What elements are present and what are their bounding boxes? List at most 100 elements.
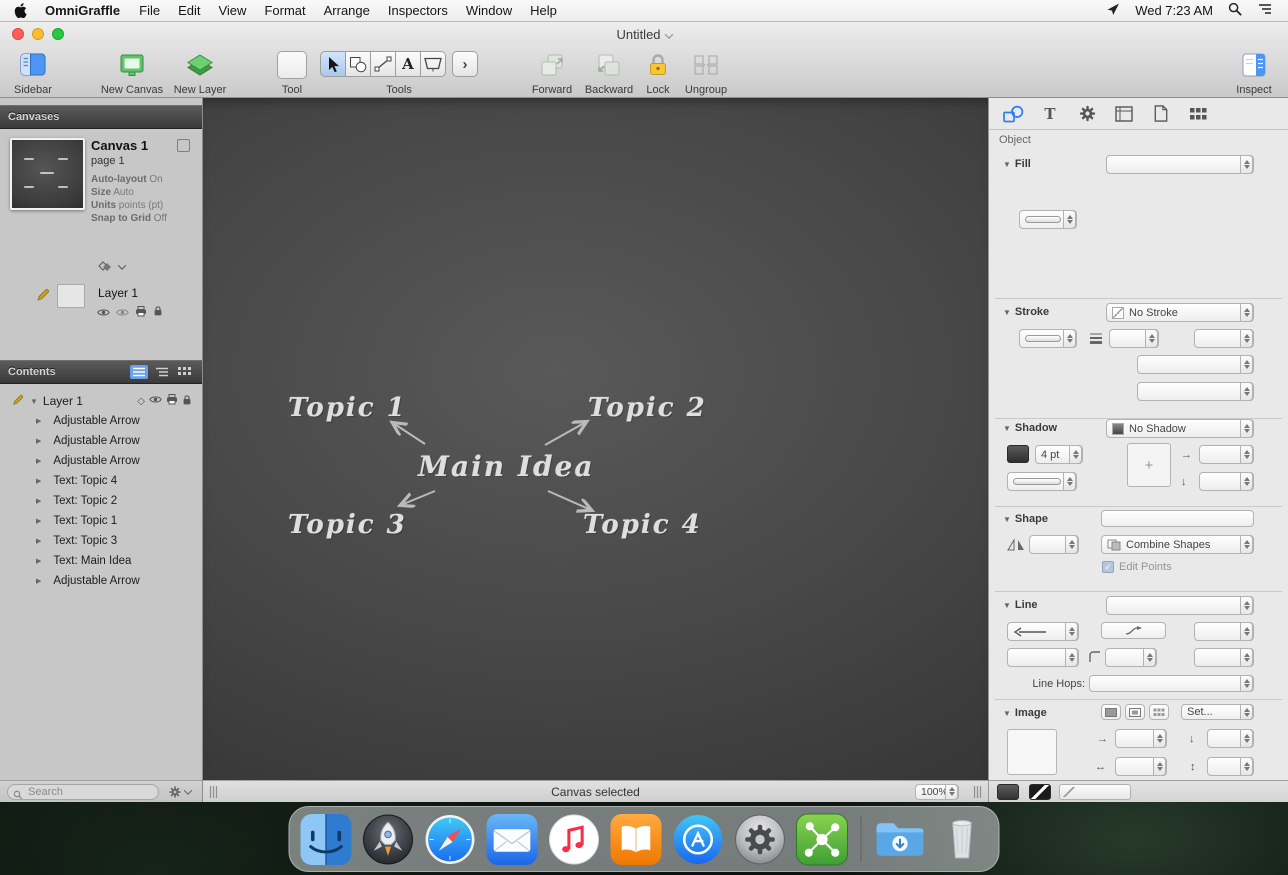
fill-style-dropdown[interactable] — [1106, 155, 1254, 174]
contents-item[interactable]: ▶Adjustable Arrow — [0, 431, 202, 451]
menu-view[interactable]: View — [209, 3, 255, 18]
node-main-idea[interactable]: Main Idea — [418, 450, 595, 483]
layer-disclosure-icon[interactable]: ▼ — [30, 397, 38, 406]
title-chevron-icon[interactable] — [664, 30, 672, 38]
toolbar-tool-well[interactable]: Tool — [274, 50, 310, 96]
more-tools-button[interactable]: › — [452, 51, 478, 77]
app-menu-title[interactable]: OmniGraffle — [35, 3, 130, 18]
row-lock-icon[interactable] — [182, 394, 192, 409]
apple-menu-icon[interactable] — [0, 3, 35, 18]
layer-print-icon[interactable] — [135, 304, 147, 322]
image-offset-x-field[interactable] — [1115, 729, 1167, 748]
line-midpoint-control[interactable] — [1101, 622, 1166, 639]
canvas-options-control[interactable] — [98, 261, 125, 272]
stroke-width-field[interactable] — [1109, 329, 1159, 348]
contents-item[interactable]: ▶Text: Topic 1 — [0, 511, 202, 531]
shadow-type-stepper[interactable] — [1007, 472, 1077, 491]
contents-pencil-icon[interactable] — [12, 394, 24, 409]
shadow-section-title[interactable]: ▼Shadow — [1003, 422, 1057, 434]
contents-item[interactable]: ▶Adjustable Arrow — [0, 571, 202, 591]
stroke-pattern-stepper[interactable] — [1019, 329, 1077, 348]
image-fit-natural-button[interactable] — [1101, 704, 1121, 720]
shape-rotation-field[interactable] — [1029, 535, 1079, 554]
layer-thumbnail[interactable] — [57, 284, 85, 308]
layer-edit-pencil-icon[interactable] — [36, 288, 50, 307]
menu-clock[interactable]: Wed 7:23 AM — [1135, 3, 1213, 18]
node-topic-1[interactable]: Topic 1 — [288, 393, 407, 423]
shadow-offset-x-field[interactable] — [1199, 445, 1254, 464]
list-view-button[interactable] — [130, 365, 148, 379]
shadow-offset-y-field[interactable] — [1199, 472, 1254, 491]
font-color-bar[interactable] — [1059, 784, 1131, 800]
fill-section-title[interactable]: ▼Fill — [1003, 158, 1031, 170]
toolbar-backward-button[interactable]: Backward — [583, 50, 635, 96]
spotlight-search-icon[interactable] — [1228, 2, 1242, 19]
image-set-dropdown[interactable]: Set... — [1181, 704, 1254, 720]
edit-points-checkbox[interactable]: ✓ — [1102, 561, 1114, 573]
line-section-title[interactable]: ▼Line — [1003, 599, 1038, 611]
dock-downloads-folder-icon[interactable] — [874, 813, 927, 866]
dock-books-icon[interactable] — [610, 813, 663, 866]
notification-center-icon[interactable] — [1257, 3, 1272, 18]
layer-lock-icon[interactable] — [153, 304, 163, 322]
contents-item[interactable]: ▶Adjustable Arrow — [0, 411, 202, 431]
grid-view-button[interactable] — [176, 365, 194, 379]
shape-tool-button[interactable] — [345, 51, 371, 77]
line-hops-dropdown[interactable] — [1089, 675, 1254, 692]
contents-item[interactable]: ▶Text: Topic 2 — [0, 491, 202, 511]
menu-arrange[interactable]: Arrange — [315, 3, 379, 18]
image-section-title[interactable]: ▼Image — [1003, 707, 1047, 719]
artboard-tool-button[interactable] — [420, 51, 446, 77]
line-stroke-stepper[interactable] — [1007, 648, 1079, 667]
layer-name[interactable]: Layer 1 — [98, 286, 138, 300]
text-tool-button[interactable]: A — [395, 51, 421, 77]
stroke-radius-field[interactable] — [1137, 355, 1254, 374]
line-tool-button[interactable] — [370, 51, 396, 77]
shadow-position-picker[interactable]: + — [1127, 443, 1171, 487]
node-topic-4[interactable]: Topic 4 — [583, 510, 702, 540]
splitter-grip-icon[interactable] — [973, 786, 982, 798]
contents-item[interactable]: ▶Text: Main Idea — [0, 551, 202, 571]
selection-tool-button[interactable] — [320, 51, 346, 77]
shape-section-title[interactable]: ▼Shape — [1003, 513, 1048, 525]
node-topic-2[interactable]: Topic 2 — [588, 393, 707, 423]
image-fit-stretch-button[interactable] — [1125, 704, 1145, 720]
line-type-dropdown[interactable] — [1106, 596, 1254, 615]
menu-help[interactable]: Help — [521, 3, 566, 18]
tab-object-inspector[interactable] — [1001, 103, 1025, 125]
shadow-style-dropdown[interactable]: No Shadow — [1106, 419, 1254, 438]
dock-launchpad-icon[interactable] — [362, 813, 415, 866]
tab-type-inspector[interactable]: T — [1038, 103, 1062, 125]
toolbar-new-canvas-button[interactable]: New Canvas — [100, 50, 164, 96]
contents-item[interactable]: ▶Text: Topic 4 — [0, 471, 202, 491]
tab-document-inspector[interactable] — [1149, 103, 1173, 125]
image-offset-y-field[interactable] — [1207, 729, 1254, 748]
layer-preview-icon[interactable] — [116, 304, 129, 322]
line-jump-field[interactable] — [1194, 648, 1254, 667]
sidebar-action-menu[interactable] — [168, 785, 191, 799]
menu-window[interactable]: Window — [457, 3, 521, 18]
location-services-icon[interactable] — [1106, 2, 1120, 19]
toolbar-inspect-button[interactable]: Inspect — [1230, 50, 1278, 96]
contents-item[interactable]: ▶Text: Topic 3 — [0, 531, 202, 551]
menu-inspectors[interactable]: Inspectors — [379, 3, 457, 18]
zoom-control[interactable]: 100% — [915, 784, 959, 800]
fill-color-well[interactable] — [997, 784, 1019, 800]
line-end-arrow-stepper[interactable] — [1194, 622, 1254, 641]
menu-file[interactable]: File — [130, 3, 169, 18]
shape-flip-icon[interactable] — [1007, 538, 1025, 555]
image-tile-button[interactable] — [1149, 704, 1169, 720]
toolbar-lock-button[interactable]: Lock — [644, 50, 672, 96]
dock-finder-icon[interactable] — [300, 813, 353, 866]
dock-mail-icon[interactable] — [486, 813, 539, 866]
stroke-section-title[interactable]: ▼Stroke — [1003, 306, 1049, 318]
contents-item[interactable]: ▶Adjustable Arrow — [0, 451, 202, 471]
combine-shapes-dropdown[interactable]: Combine Shapes — [1101, 535, 1254, 554]
row-visible-icon[interactable] — [149, 395, 162, 407]
stroke-corner-field[interactable] — [1194, 329, 1254, 348]
shape-name-field[interactable] — [1101, 510, 1254, 527]
line-start-arrow-stepper[interactable] — [1007, 622, 1079, 641]
layer-visible-icon[interactable] — [97, 304, 110, 322]
canvas-1-thumbnail[interactable] — [10, 138, 85, 210]
row-print-icon[interactable] — [166, 394, 178, 408]
